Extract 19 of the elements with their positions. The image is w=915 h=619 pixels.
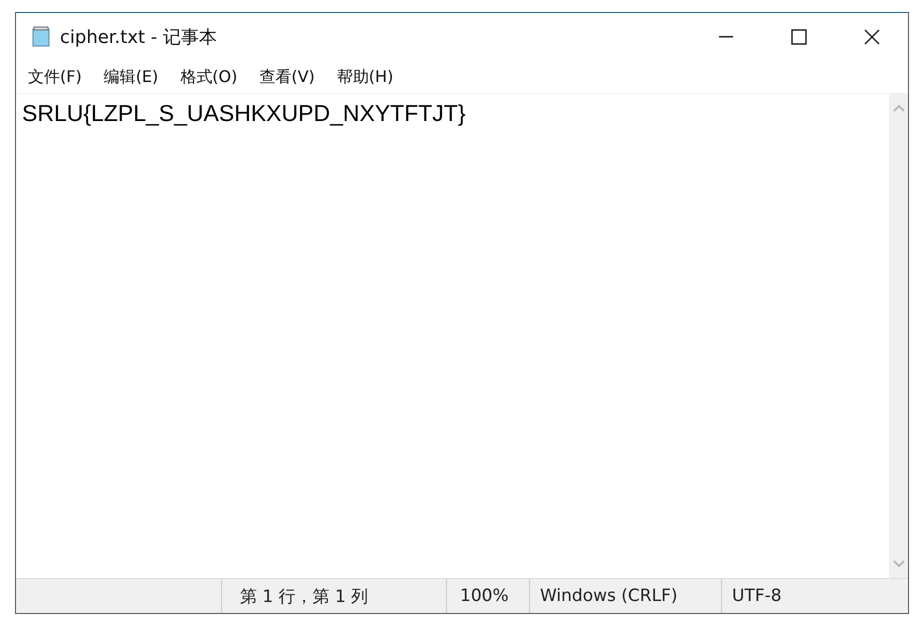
scroll-down-icon[interactable]: [892, 560, 904, 568]
menu-item[interactable]: 查看(V): [259, 66, 315, 88]
maximize-icon: [788, 27, 808, 47]
text-area[interactable]: SRLU{LZPL_S_UASHKXUPD_NXYTFTJT}: [16, 94, 889, 578]
menu-item[interactable]: 文件(F): [28, 66, 82, 88]
menu-item[interactable]: 编辑(E): [104, 66, 158, 88]
window-title: cipher.txt - 记事本: [60, 26, 217, 49]
minimize-icon: [718, 36, 732, 38]
status-text: 100%: [446, 579, 529, 613]
status-text: 第 1 行，第 1 列: [221, 579, 446, 613]
status-text: Windows (CRLF): [529, 579, 721, 613]
close-icon: [862, 27, 882, 47]
document-text: SRLU{LZPL_S_UASHKXUPD_NXYTFTJT}: [22, 100, 466, 126]
menu-item[interactable]: 格式(O): [180, 66, 238, 88]
notepad-icon: [30, 26, 52, 48]
status-text: UTF-8: [721, 579, 908, 613]
menu-item[interactable]: 帮助(H): [336, 66, 394, 88]
scroll-up-icon[interactable]: [892, 104, 904, 112]
vertical-scrollbar[interactable]: [889, 94, 908, 578]
